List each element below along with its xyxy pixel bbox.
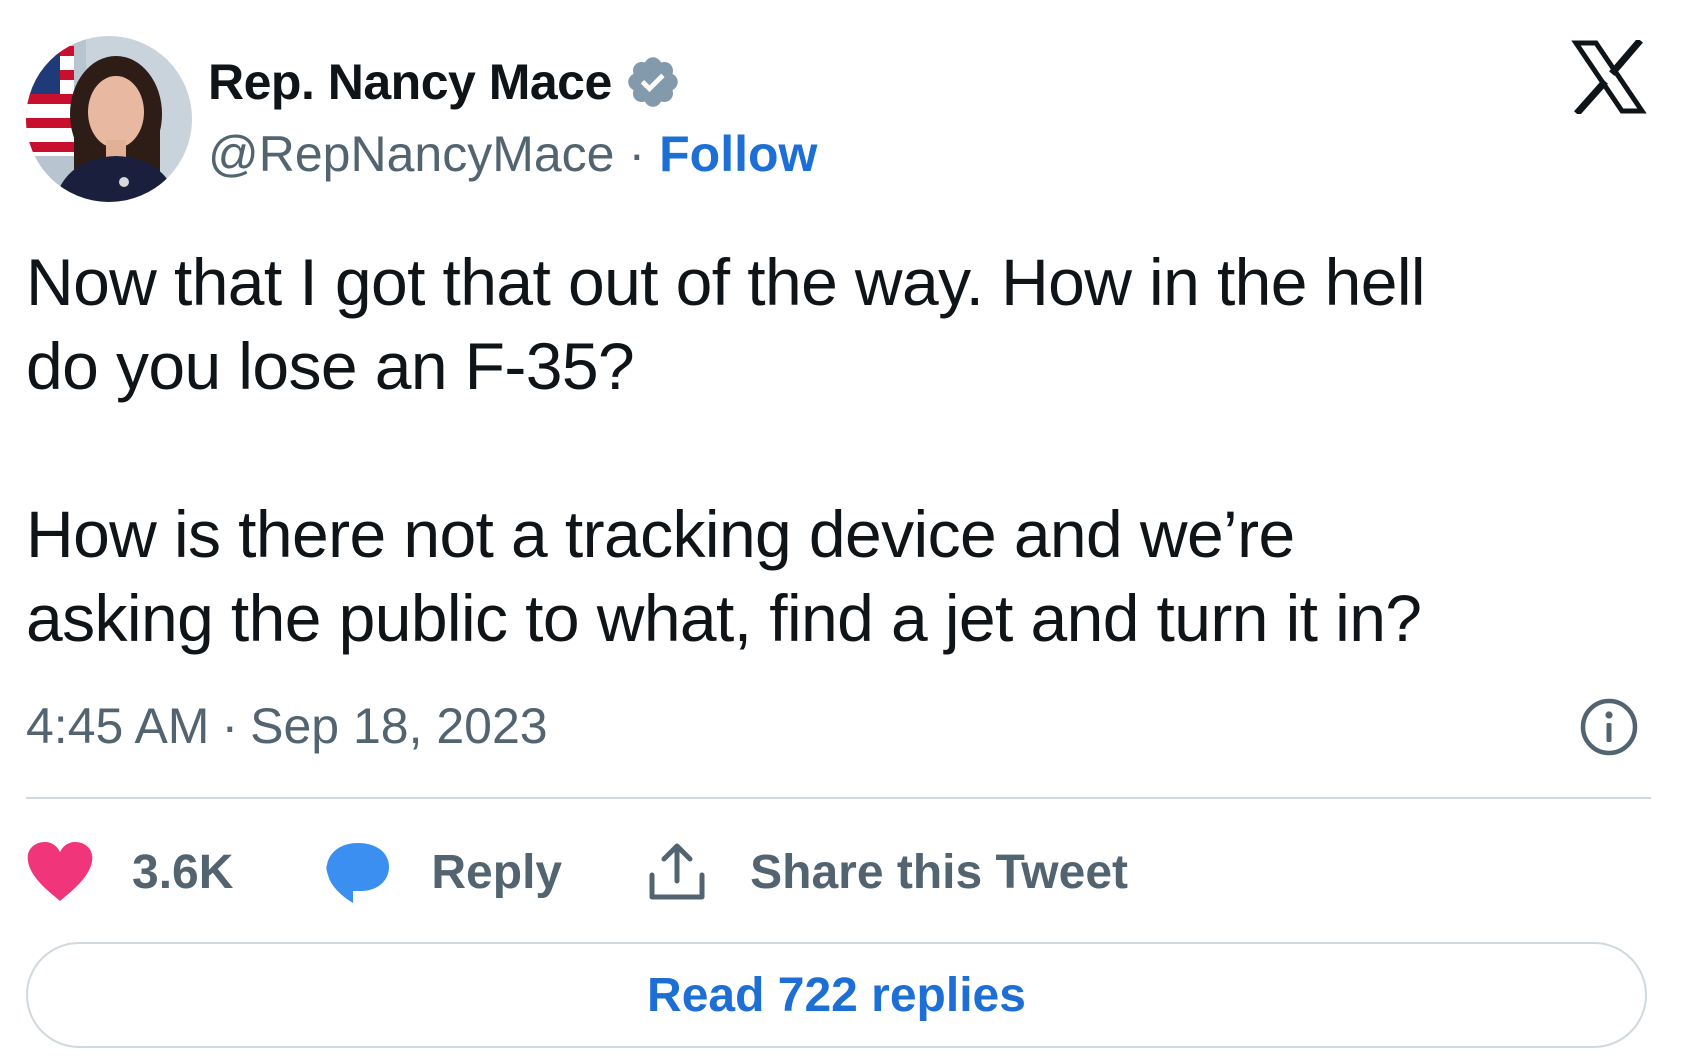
likes-count: 3.6K (132, 845, 234, 899)
tweet-time: 4:45 AM (26, 698, 210, 754)
display-name[interactable]: Rep. Nancy Mace (208, 53, 612, 111)
tweet-line: asking the public to what, find a jet an… (26, 581, 1422, 655)
paragraph-break (26, 408, 1626, 492)
reply-bubble-icon (326, 843, 390, 903)
tweet-line: do you lose an F-35? (26, 329, 635, 403)
follow-button[interactable]: Follow (659, 125, 817, 183)
handle-row: @RepNancyMace · Follow (208, 122, 817, 186)
tweet-text: Now that I got that out of the way. How … (26, 240, 1626, 660)
heart-icon (27, 842, 93, 901)
info-icon[interactable] (1579, 697, 1639, 757)
share-label: Share this Tweet (750, 845, 1128, 899)
reply-label: Reply (431, 845, 563, 899)
tweet-line: Now that I got that out of the way. How … (26, 245, 1426, 319)
divider (26, 797, 1651, 799)
name-row: Rep. Nancy Mace (208, 50, 682, 114)
handle[interactable]: @RepNancyMace (208, 125, 614, 183)
separator: · (628, 126, 646, 182)
separator: · (221, 698, 239, 754)
verified-badge-icon (624, 53, 682, 111)
tweet-date: Sep 18, 2023 (250, 698, 548, 754)
share-button[interactable]: Share this Tweet (646, 841, 1128, 903)
avatar[interactable] (26, 36, 192, 202)
like-button[interactable]: 3.6K (26, 841, 233, 903)
profile-photo (26, 36, 192, 202)
tweet-timestamp[interactable]: 4:45 AM · Sep 18, 2023 (26, 694, 548, 758)
tweet-line: How is there not a tracking device and w… (26, 497, 1295, 571)
action-bar: 3.6K Reply Share this Tweet (26, 836, 1128, 908)
share-upload-icon (649, 843, 705, 900)
x-logo-icon[interactable] (1570, 40, 1648, 114)
tweet-card: Rep. Nancy Mace @RepNancyMace · Follow N… (0, 0, 1703, 1064)
read-replies-button[interactable]: Read 722 replies (26, 942, 1647, 1048)
reply-button[interactable]: Reply (325, 839, 562, 905)
